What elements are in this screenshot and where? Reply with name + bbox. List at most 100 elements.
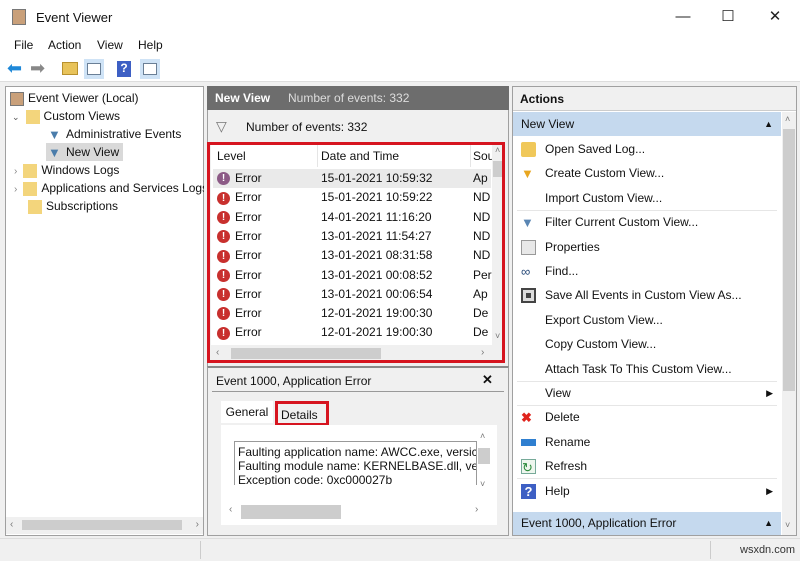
action-label: Find... xyxy=(545,259,578,283)
maximize-button[interactable]: ☐ xyxy=(705,0,751,34)
menu-bar: File Action View Help xyxy=(0,34,800,56)
action-label: Export Custom View... xyxy=(545,308,663,332)
tree-label: Custom Views xyxy=(44,109,120,123)
action-export-custom-view[interactable]: Export Custom View... xyxy=(517,308,777,332)
action-rename[interactable]: Rename xyxy=(517,430,777,454)
filter-icon: ▼ xyxy=(521,215,536,230)
action-refresh[interactable]: ↻ Refresh xyxy=(517,454,777,478)
show-hide-tree-icon[interactable] xyxy=(84,59,104,79)
horizontal-scrollbar[interactable]: ‹ › xyxy=(225,503,491,519)
tree-item-new-view[interactable]: ▼New View xyxy=(46,143,123,161)
close-detail-button[interactable]: ✕ xyxy=(482,372,493,388)
action-import-custom-view[interactable]: Import Custom View... xyxy=(517,186,777,210)
event-viewer-icon xyxy=(10,92,24,106)
action-label: Refresh xyxy=(545,454,587,478)
tab-label: General xyxy=(226,405,269,419)
action-create-custom-view[interactable]: ▼ Create Custom View... xyxy=(517,161,777,185)
back-icon[interactable]: ⬅ xyxy=(7,59,27,79)
show-hide-action-pane-icon[interactable] xyxy=(140,59,160,79)
tree-item-subscriptions[interactable]: Subscriptions xyxy=(28,197,118,215)
scroll-right-icon[interactable]: › xyxy=(475,504,478,515)
vertical-scrollbar[interactable]: ˄ ˅ xyxy=(782,112,796,535)
filter-icon: ▼ xyxy=(48,128,62,142)
open-folder-icon[interactable] xyxy=(62,62,78,75)
scrollbar-thumb[interactable] xyxy=(241,505,341,519)
tree-item-administrative-events[interactable]: ▼Administrative Events xyxy=(48,125,181,143)
divider xyxy=(200,541,201,559)
tree-item-windows-logs[interactable]: › Windows Logs xyxy=(14,161,119,179)
highlight-box-details-tab xyxy=(275,401,329,426)
action-open-saved-log[interactable]: Open Saved Log... xyxy=(517,137,777,161)
help-icon: ? xyxy=(521,484,536,499)
section-title: New View xyxy=(521,117,574,131)
action-filter-current-custom-view[interactable]: ▼ Filter Current Custom View... xyxy=(517,210,777,234)
action-label: Import Custom View... xyxy=(545,186,662,210)
scroll-up-icon[interactable]: ˄ xyxy=(480,431,485,441)
action-delete[interactable]: ✖Delete xyxy=(517,405,777,429)
actions-section-new-view[interactable]: New View ▲ xyxy=(513,112,781,136)
action-label: Attach Task To This Custom View... xyxy=(545,357,732,381)
scroll-left-icon[interactable]: ‹ xyxy=(229,504,232,515)
center-header-count: Number of events: 332 xyxy=(288,86,409,110)
scroll-down-icon[interactable]: ˅ xyxy=(480,479,485,489)
collapse-icon[interactable]: ▲ xyxy=(764,512,773,535)
filter-icon: ▽ xyxy=(216,118,227,135)
scrollbar-thumb[interactable] xyxy=(478,448,490,464)
scrollbar-thumb[interactable] xyxy=(783,129,795,391)
action-find[interactable]: ∞ Find... xyxy=(517,259,777,283)
scroll-up-icon[interactable]: ˄ xyxy=(785,114,790,124)
forward-icon[interactable]: ➡ xyxy=(30,59,50,79)
chevron-right-icon[interactable]: › xyxy=(14,166,17,177)
divider xyxy=(710,541,711,559)
menu-action[interactable]: Action xyxy=(48,38,81,52)
action-label: Copy Custom View... xyxy=(545,332,656,356)
watermark: wsxdn.com xyxy=(740,544,795,556)
action-properties[interactable]: Properties xyxy=(517,235,777,259)
minimize-button[interactable]: — xyxy=(660,0,706,34)
actions-section-event[interactable]: Event 1000, Application Error ▲ xyxy=(513,512,781,535)
action-view[interactable]: View▶ xyxy=(517,381,777,405)
collapse-icon[interactable]: ▲ xyxy=(764,112,773,136)
detail-title: Event 1000, Application Error xyxy=(216,374,371,388)
refresh-icon: ↻ xyxy=(521,459,536,474)
event-description[interactable]: Faulting application name: AWCC.exe, ver… xyxy=(234,441,477,485)
scroll-right-icon[interactable]: › xyxy=(196,519,199,530)
folder-icon xyxy=(23,182,37,196)
save-icon xyxy=(521,288,536,303)
tab-general[interactable]: General xyxy=(221,401,273,423)
menu-file[interactable]: File xyxy=(14,38,33,52)
horizontal-scrollbar[interactable]: ‹ › xyxy=(6,517,203,534)
action-attach-task-to-this-custom-view[interactable]: Attach Task To This Custom View... xyxy=(517,357,777,381)
vertical-scrollbar[interactable]: ˄ ˅ xyxy=(478,431,491,493)
highlight-box-event-list xyxy=(207,142,505,363)
action-label: Create Custom View... xyxy=(545,161,664,185)
chevron-down-icon[interactable]: ⌄ xyxy=(12,112,20,122)
binoculars-icon: ∞ xyxy=(521,264,536,279)
chevron-right-icon[interactable]: › xyxy=(14,184,17,195)
action-copy-custom-view[interactable]: Copy Custom View... xyxy=(517,332,777,356)
tree-label: Windows Logs xyxy=(41,163,119,177)
help-icon[interactable]: ? xyxy=(117,61,131,77)
tree-label: Subscriptions xyxy=(46,199,118,213)
section-title: Event 1000, Application Error xyxy=(521,516,676,530)
description-line: Exception code: 0xc000027b xyxy=(238,473,476,485)
description-line: Faulting application name: AWCC.exe, ver… xyxy=(238,445,476,459)
action-label: Save All Events in Custom View As... xyxy=(545,283,742,307)
tree-item-custom-views[interactable]: ⌄ Custom Views xyxy=(12,107,120,125)
open-log-icon xyxy=(521,142,536,157)
scroll-down-icon[interactable]: ˅ xyxy=(785,520,790,530)
action-save-all-events-in-custom-view-as[interactable]: Save All Events in Custom View As... xyxy=(517,283,777,307)
tree-item-applications-services-logs[interactable]: › Applications and Services Logs xyxy=(14,179,204,197)
action-label: Delete xyxy=(545,405,580,429)
scroll-left-icon[interactable]: ‹ xyxy=(10,519,13,530)
create-filter-icon: ▼ xyxy=(521,166,536,181)
action-help[interactable]: ?Help▶ xyxy=(517,479,777,503)
scrollbar-thumb[interactable] xyxy=(22,520,182,530)
close-button[interactable]: ✕ xyxy=(752,0,798,34)
status-bar: wsxdn.com xyxy=(0,538,800,561)
menu-view[interactable]: View xyxy=(97,38,123,52)
tree-item-event-viewer-local[interactable]: Event Viewer (Local) xyxy=(10,89,139,107)
menu-help[interactable]: Help xyxy=(138,38,163,52)
tree-label: Applications and Services Logs xyxy=(41,181,204,195)
action-label: Filter Current Custom View... xyxy=(545,210,698,234)
